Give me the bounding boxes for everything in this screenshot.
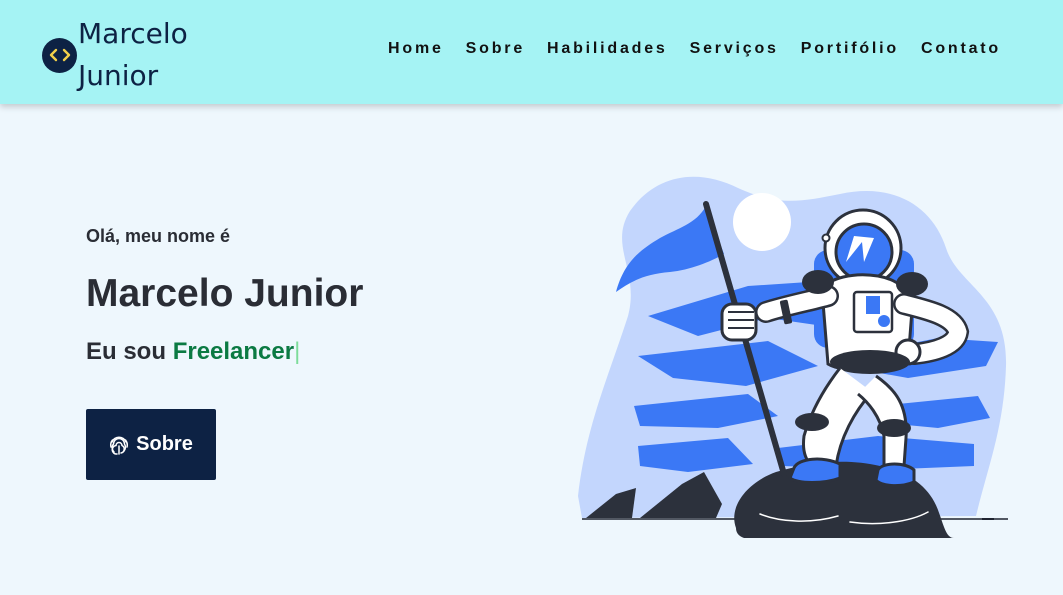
nav-item-contato[interactable]: Contato [921, 40, 1001, 58]
hero-role: Eu sou Freelancer| [86, 338, 363, 366]
nav-item-sobre[interactable]: Sobre [466, 40, 525, 58]
nav-item-servicos[interactable]: Serviços [690, 40, 779, 58]
hero-greeting: Olá, meu nome é [86, 226, 231, 246]
role-highlight: Freelancer [172, 338, 295, 365]
brand-name: Marcelo Junior [78, 17, 188, 92]
nav-menu: Home Sobre Habilidades Serviços Portifól… [388, 40, 1001, 58]
hero-section: Olá, meu nome é Marcelo Junior Eu sou Fr… [86, 226, 363, 366]
fingerprint-icon [110, 435, 129, 455]
role-prefix: Eu sou [86, 338, 167, 365]
astronaut-illustration [578, 176, 1008, 538]
nav-item-portifolio[interactable]: Portifólio [801, 40, 899, 58]
typing-cursor: | [294, 338, 301, 365]
brand-logo[interactable]: Marcelo Junior [42, 13, 198, 97]
navbar: Marcelo Junior Home Sobre Habilidades Se… [0, 0, 1063, 104]
nav-item-habilidades[interactable]: Habilidades [547, 40, 668, 58]
about-button[interactable]: Sobre [86, 409, 216, 480]
about-button-label: Sobre [136, 433, 193, 455]
code-icon [42, 37, 77, 73]
hero-name: Marcelo Junior [86, 272, 364, 315]
nav-item-home[interactable]: Home [388, 40, 444, 58]
